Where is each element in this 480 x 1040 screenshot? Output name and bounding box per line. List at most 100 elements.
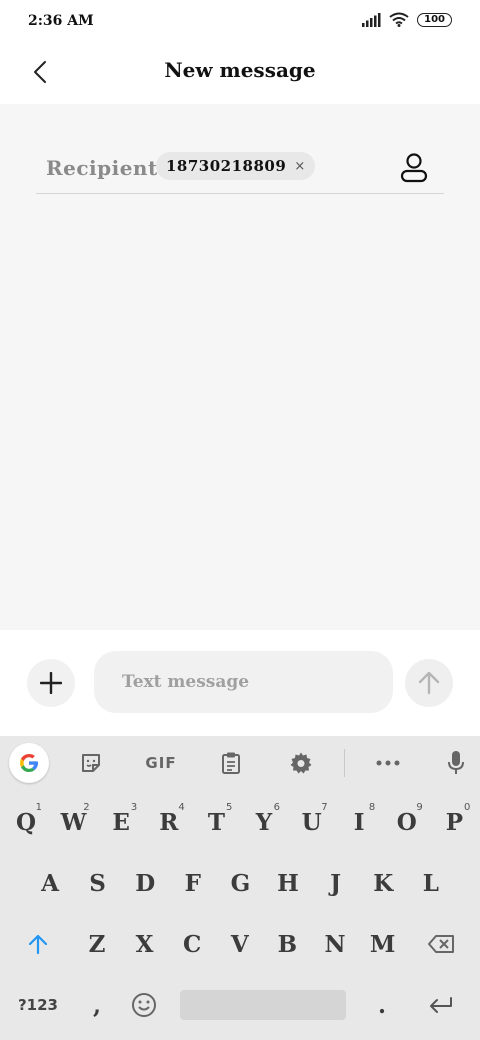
- key-b[interactable]: B: [263, 918, 311, 970]
- key-f[interactable]: F: [169, 857, 217, 909]
- key-j[interactable]: J: [312, 857, 360, 909]
- key-l[interactable]: L: [407, 857, 455, 909]
- key-label: V: [230, 930, 249, 958]
- voice-input-button[interactable]: [436, 743, 476, 783]
- key-p[interactable]: P0: [430, 796, 478, 848]
- key-label: B: [277, 930, 298, 958]
- message-input[interactable]: [94, 651, 393, 713]
- key-label: T: [207, 808, 225, 836]
- key-c[interactable]: C: [168, 918, 216, 970]
- recipient-label: Recipient:: [46, 156, 166, 180]
- key-label: M: [369, 930, 396, 958]
- recipient-chip[interactable]: 18730218809 ×: [156, 152, 316, 180]
- key-a[interactable]: A: [26, 857, 74, 909]
- key-hint: 7: [321, 802, 328, 813]
- message-area: Recipient: 18730218809 ×: [0, 104, 480, 630]
- backspace-key[interactable]: [417, 918, 465, 970]
- key-label: J: [330, 869, 342, 897]
- key-hint: 0: [464, 802, 471, 813]
- comma-key[interactable]: ,: [73, 979, 121, 1031]
- key-label: A: [41, 869, 59, 897]
- shift-arrow-icon: [28, 934, 48, 955]
- key-label: N: [324, 930, 346, 958]
- page-title: New message: [164, 58, 316, 82]
- symbols-key[interactable]: ?123: [14, 979, 62, 1031]
- key-hint: 2: [83, 802, 90, 813]
- key-o[interactable]: O9: [383, 796, 431, 848]
- battery-indicator: 100: [417, 12, 452, 27]
- gear-icon: [290, 752, 312, 774]
- microphone-icon: [448, 751, 464, 774]
- emoji-icon: [132, 993, 156, 1017]
- key-hint: 6: [273, 802, 280, 813]
- toolbar-divider: [344, 749, 345, 777]
- key-v[interactable]: V: [216, 918, 264, 970]
- compose-bar: [0, 630, 480, 736]
- enter-key[interactable]: [417, 979, 465, 1031]
- message-input-container: [94, 651, 393, 713]
- status-bar: 2:36 AM 100: [0, 0, 480, 44]
- contact-picker-button[interactable]: [398, 152, 430, 184]
- key-y[interactable]: Y6: [240, 796, 288, 848]
- key-k[interactable]: K: [359, 857, 407, 909]
- key-label: Z: [88, 930, 106, 958]
- send-button[interactable]: [405, 659, 453, 707]
- key-label: X: [135, 930, 154, 958]
- period-key[interactable]: .: [358, 979, 406, 1031]
- key-u[interactable]: U7: [288, 796, 336, 848]
- key-i[interactable]: I8: [335, 796, 383, 848]
- backspace-icon: [428, 935, 454, 953]
- clipboard-button[interactable]: [211, 743, 251, 783]
- person-icon: [400, 153, 428, 183]
- key-r[interactable]: R4: [145, 796, 193, 848]
- key-label: Q: [15, 808, 37, 836]
- key-hint: 4: [178, 802, 185, 813]
- remove-recipient-icon[interactable]: ×: [294, 159, 305, 174]
- plus-icon: [40, 672, 62, 694]
- key-h[interactable]: H: [264, 857, 312, 909]
- key-hint: 8: [368, 802, 376, 813]
- key-hint: 3: [130, 802, 138, 813]
- key-label: R: [159, 808, 179, 836]
- status-icons: 100: [361, 12, 452, 27]
- keyboard-toolbar: GIF: [0, 736, 480, 790]
- key-e[interactable]: E3: [97, 796, 145, 848]
- key-label: O: [396, 808, 417, 836]
- key-label: H: [277, 869, 299, 897]
- key-label: Y: [255, 808, 273, 836]
- wifi-icon: [389, 12, 409, 27]
- more-button[interactable]: [368, 743, 408, 783]
- key-q[interactable]: Q1: [2, 796, 50, 848]
- key-label: U: [301, 808, 322, 836]
- key-z[interactable]: Z: [73, 918, 121, 970]
- key-label: L: [422, 869, 439, 897]
- key-label: K: [373, 869, 394, 897]
- key-label: S: [89, 869, 106, 897]
- space-key[interactable]: [180, 990, 346, 1020]
- key-label: I: [353, 808, 365, 836]
- key-g[interactable]: G: [216, 857, 264, 909]
- key-label: P: [445, 808, 464, 836]
- key-s[interactable]: S: [74, 857, 122, 909]
- gif-button[interactable]: GIF: [141, 743, 181, 783]
- signal-icon: [362, 12, 381, 27]
- sticker-button[interactable]: [71, 743, 111, 783]
- key-label: G: [230, 869, 251, 897]
- app-header: New message: [0, 44, 480, 104]
- key-t[interactable]: T5: [192, 796, 240, 848]
- key-d[interactable]: D: [121, 857, 169, 909]
- keyboard: GIF Q1W 2 E 3 R 4 T 5 Y 6 U 7 I 8 O 9 P …: [0, 736, 480, 1040]
- add-attachment-button[interactable]: [27, 659, 75, 707]
- key-w[interactable]: W2: [50, 796, 98, 848]
- google-button[interactable]: [9, 743, 49, 783]
- status-time: 2:36 AM: [28, 13, 94, 29]
- key-n[interactable]: N: [311, 918, 359, 970]
- settings-button[interactable]: [281, 743, 321, 783]
- arrow-up-icon: [418, 671, 440, 695]
- key-x[interactable]: X: [121, 918, 169, 970]
- clipboard-icon: [222, 752, 240, 774]
- emoji-key[interactable]: [120, 979, 168, 1031]
- shift-key[interactable]: [14, 918, 62, 970]
- key-m[interactable]: M: [359, 918, 407, 970]
- recipient-row: Recipient: 18730218809 ×: [36, 144, 444, 194]
